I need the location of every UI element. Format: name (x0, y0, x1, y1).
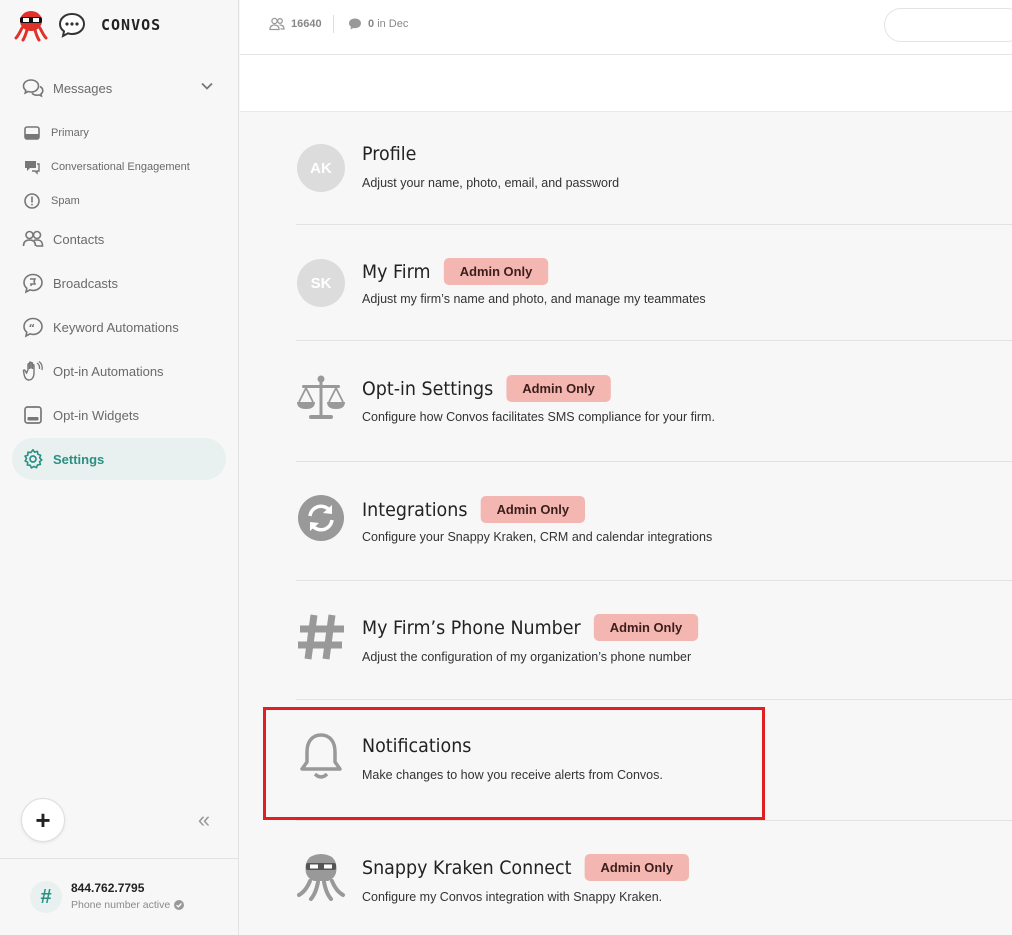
settings-row-phone-number[interactable]: My Firm’s Phone Number Admin Only Adjust… (296, 581, 1012, 700)
setting-description: Adjust my firm’s name and photo, and man… (362, 292, 706, 306)
phone-number-panel: # 844.762.7795 Phone number active (0, 858, 239, 935)
top-bar: 16640 0 in Dec (240, 0, 1012, 55)
contacts-count: 16640 (291, 18, 322, 30)
kraken-logo-icon (14, 11, 48, 42)
sidebar-item-contacts[interactable]: Contacts (12, 218, 226, 260)
settings-row-my-firm[interactable]: SK My Firm Admin Only Adjust my firm’s n… (296, 225, 1012, 341)
sidebar-item-conversational-engagement[interactable]: Conversational Engagement (12, 152, 226, 182)
setting-title: Integrations Admin Only (362, 496, 585, 523)
gear-icon (22, 448, 44, 470)
search-input[interactable] (884, 8, 1012, 42)
setting-title: Opt-in Settings Admin Only (362, 375, 611, 402)
svg-text:“: “ (29, 323, 36, 334)
waving-hand-icon (22, 360, 44, 382)
sidebar-item-opt-in-automations[interactable]: Opt-in Automations (12, 350, 226, 392)
sync-icon (296, 493, 346, 543)
chevron-down-icon[interactable] (200, 79, 214, 93)
add-button[interactable]: + (21, 798, 65, 842)
engagement-icon (22, 157, 42, 177)
setting-title: Profile (362, 143, 416, 165)
check-circle-icon (174, 900, 185, 910)
setting-description: Adjust your name, photo, email, and pass… (362, 176, 620, 190)
settings-row-snappy-kraken-connect[interactable]: Snappy Kraken Connect Admin Only Configu… (296, 821, 1012, 935)
collapse-sidebar-button[interactable]: « (192, 807, 216, 832)
setting-title-text: Profile (362, 143, 417, 165)
contacts-icon (22, 228, 44, 250)
admin-only-badge: Admin Only (584, 854, 689, 881)
settings-row-opt-in-settings[interactable]: Opt-in Settings Admin Only Configure how… (296, 341, 1012, 462)
setting-description: Configure your Snappy Kraken, CRM and ca… (362, 530, 713, 544)
setting-title: My Firm Admin Only (362, 258, 548, 285)
setting-title-text: Integrations (362, 498, 468, 521)
kraken-icon (296, 851, 346, 901)
settings-row-profile[interactable]: AK Profile Adjust your name, photo, emai… (296, 112, 1012, 225)
messages-suffix: in Dec (377, 18, 409, 30)
brand[interactable]: CONVOS (14, 8, 161, 42)
sidebar-item-primary[interactable]: Primary (12, 118, 226, 148)
admin-only-badge: Admin Only (506, 375, 611, 402)
sidebar-item-label: Primary (51, 127, 89, 139)
alert-circle-icon (22, 191, 42, 211)
sidebar-item-label: Settings (53, 451, 105, 467)
setting-description: Configure my Convos integration with Sna… (362, 890, 663, 904)
quote-bubble-icon: “ (22, 316, 44, 338)
settings-row-integrations[interactable]: Integrations Admin Only Configure your S… (296, 462, 1012, 581)
sidebar-item-broadcasts[interactable]: Broadcasts (12, 262, 226, 304)
setting-title-text: Snappy Kraken Connect (362, 856, 572, 879)
sidebar-item-keyword-automations[interactable]: “ Keyword Automations (12, 306, 226, 348)
inbox-icon (22, 123, 42, 143)
hash-icon: # (30, 881, 62, 913)
sidebar-item-label: Spam (51, 195, 80, 207)
sidebar-item-label: Opt-in Widgets (53, 407, 139, 423)
broadcast-icon (22, 272, 44, 294)
phone-number: 844.762.7795 (71, 881, 145, 895)
sidebar: CONVOS Messages Primary Conversational E… (0, 0, 239, 935)
highlight-box (263, 707, 765, 820)
setting-title-text: My Firm (362, 260, 431, 283)
hash-icon (296, 612, 346, 662)
sidebar-item-label: Conversational Engagement (51, 161, 190, 173)
setting-title: My Firm’s Phone Number Admin Only (362, 614, 698, 641)
sidebar-item-settings[interactable]: Settings (12, 438, 226, 480)
sidebar-item-label: Broadcasts (53, 275, 119, 291)
sidebar-item-label: Messages (53, 80, 113, 96)
avatar: SK (297, 259, 345, 307)
setting-title-text: Opt-in Settings (362, 377, 494, 400)
sidebar-item-label: Contacts (53, 231, 105, 247)
admin-only-badge: Admin Only (480, 496, 585, 523)
messages-stat[interactable]: 0 in Dec (348, 17, 408, 31)
avatar: AK (297, 144, 345, 192)
sidebar-item-label: Keyword Automations (53, 319, 179, 335)
messages-count: 0 (368, 18, 375, 30)
setting-description: Adjust the configuration of my organizat… (362, 650, 692, 664)
widget-icon (22, 404, 44, 426)
sidebar-item-label: Opt-in Automations (53, 363, 164, 379)
setting-description: Configure how Convos facilitates SMS com… (362, 410, 715, 424)
phone-status: Phone number active (71, 899, 185, 911)
admin-only-badge: Admin Only (443, 258, 548, 285)
brand-name: CONVOS (101, 16, 162, 34)
contacts-icon (269, 17, 285, 31)
divider (333, 15, 334, 33)
sidebar-item-messages[interactable]: Messages (12, 67, 226, 109)
sidebar-item-opt-in-widgets[interactable]: Opt-in Widgets (12, 394, 226, 436)
scales-icon (296, 373, 346, 423)
page-header (240, 55, 1012, 112)
setting-title-text: My Firm’s Phone Number (362, 616, 581, 639)
phone-status-label: Phone number active (71, 899, 171, 911)
sidebar-item-spam[interactable]: Spam (12, 186, 226, 216)
messages-icon (22, 77, 44, 99)
contacts-stat[interactable]: 16640 (269, 17, 322, 31)
admin-only-badge: Admin Only (593, 614, 698, 641)
speech-bubble-icon (349, 18, 361, 30)
chat-bubble-icon (58, 12, 86, 38)
setting-title: Snappy Kraken Connect Admin Only (362, 854, 689, 881)
